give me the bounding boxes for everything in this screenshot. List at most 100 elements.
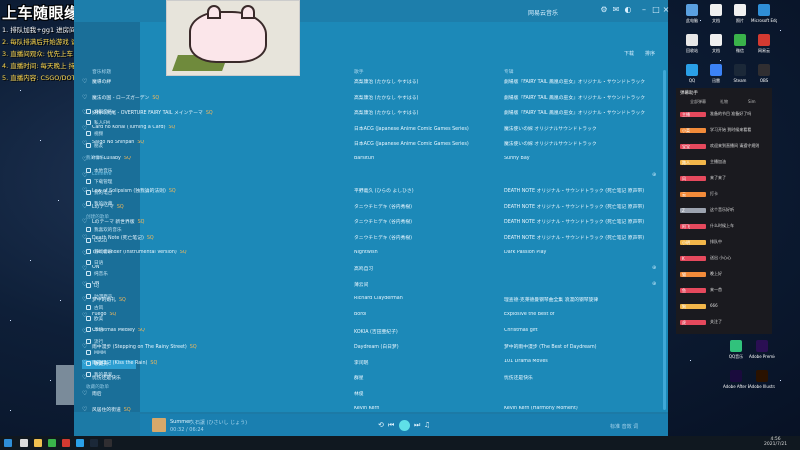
chat-tab[interactable]: Sim bbox=[748, 99, 756, 104]
track-artist[interactable]: 日本ACG (Japanese Anime Comic Games Series… bbox=[354, 140, 494, 147]
track-album[interactable]: DEATH NOTE オリジナル・サウンドトラック (死亡笔记 原声带) bbox=[504, 187, 654, 194]
play-button[interactable] bbox=[399, 420, 410, 431]
track-album[interactable]: Kevin Kern (Harmony Moment) bbox=[504, 406, 654, 411]
maximize-icon[interactable]: □ bbox=[652, 6, 660, 14]
scrollbar[interactable] bbox=[663, 70, 666, 410]
previous-icon[interactable]: ⏮ bbox=[388, 421, 394, 429]
chat-message[interactable]: 风 来了来了 bbox=[680, 174, 770, 182]
track-artist[interactable]: Kevin Kern bbox=[354, 406, 494, 411]
track-row[interactable]: ♡ Low of Solipsism (独我論的法則) SQ 平野義久 (ひらの よし… bbox=[80, 183, 662, 199]
track-row[interactable]: ♡ 忧伤还是快乐 群星 忧伤还是快乐 bbox=[80, 370, 662, 386]
track-row[interactable]: ♡ 魔法の国 - ローズガーデン SQ 高梨康治 (たかなし やすはる) 劇場版『FAI… bbox=[80, 90, 662, 106]
track-row[interactable]: ♡ 雨中漫步 (Stepping on The Rainy Street) SQ Da… bbox=[80, 339, 662, 355]
track-row[interactable]: ♡ Fuego SQ Borol Explosive the Best of bbox=[80, 308, 662, 324]
track-artist[interactable]: タニウチヒデキ (谷内秀樹) bbox=[354, 218, 494, 225]
player-extras[interactable]: 标准 音效 词 bbox=[610, 423, 638, 430]
track-artist[interactable]: タニウチヒデキ (谷内秀樹) bbox=[354, 234, 494, 241]
desktop-app-icon[interactable] bbox=[730, 370, 742, 382]
minimize-icon[interactable]: – bbox=[640, 6, 648, 14]
track-row[interactable]: ♡ 妖精の尻尾 - OVERTURE FAIRY TAIL メインテーマ SQ 高梨康… bbox=[80, 105, 662, 121]
mail-icon[interactable]: ✉ bbox=[612, 6, 620, 14]
track-artist[interactable]: Daydream (白日梦) bbox=[354, 343, 494, 350]
folder-icon[interactable] bbox=[34, 439, 42, 447]
heart-icon[interactable]: ♡ bbox=[82, 140, 87, 147]
desktop-app-icon[interactable] bbox=[686, 64, 698, 76]
track-artist[interactable]: Barsituri bbox=[354, 156, 494, 161]
heart-icon[interactable]: ♡ bbox=[82, 328, 87, 335]
track-row[interactable]: ♡ Lのテーマ SQ タニウチヒデキ (谷内秀樹) DEATH NOTE オリジナル・サ… bbox=[80, 199, 662, 215]
heart-icon[interactable]: ♡ bbox=[82, 94, 87, 101]
heart-icon[interactable]: ♡ bbox=[82, 406, 87, 413]
track-album[interactable]: 魔法使いの嫁 オリジナルサウンドトラック bbox=[504, 125, 654, 132]
track-artist[interactable]: 平野義久 (ひらの よしひさ) bbox=[354, 187, 494, 194]
track-artist[interactable]: 高鸣自习 bbox=[354, 265, 494, 272]
track-album[interactable]: Sunny Bay bbox=[504, 156, 654, 161]
chat-message[interactable]: K 送出 小心心 bbox=[680, 254, 770, 262]
heart-icon[interactable]: ♡ bbox=[82, 265, 87, 272]
track-artist[interactable]: 林俊 bbox=[354, 390, 494, 397]
desktop-app-icon[interactable] bbox=[686, 34, 698, 46]
desktop-app-icon[interactable] bbox=[756, 370, 768, 382]
chat-tab[interactable]: 礼物 bbox=[720, 99, 728, 105]
track-album[interactable]: 梦中的雨中漫步 (The Best of Daydream) bbox=[504, 343, 654, 350]
track-row[interactable]: ♡ The Islander (Instrumental Version) SQ Ni… bbox=[80, 246, 662, 262]
track-row[interactable]: ♡ ON 高鸣自习 ⊕ bbox=[80, 261, 662, 277]
steam-icon[interactable] bbox=[90, 439, 98, 447]
desktop-app-icon[interactable] bbox=[686, 4, 698, 16]
start-icon[interactable] bbox=[4, 439, 12, 447]
track-album[interactable]: 理查德·克莱德曼钢琴曲全集 浪漫的钢琴旋律 bbox=[504, 296, 654, 303]
track-row[interactable]: ♡ ON 薄云间 ⊕ bbox=[80, 277, 662, 293]
more-icon[interactable]: ⊕ bbox=[652, 265, 656, 271]
user-name[interactable]: 网易云音乐 bbox=[528, 8, 558, 17]
chat-message[interactable]: 虎 关注了 bbox=[680, 318, 770, 326]
desktop-app-icon[interactable] bbox=[710, 34, 722, 46]
heart-icon[interactable]: ♡ bbox=[82, 343, 87, 350]
desktop-app-icon[interactable] bbox=[734, 4, 746, 16]
clock[interactable]: 4:56 2021/7/21 bbox=[764, 437, 787, 447]
chat-message[interactable]: 小菜 学习开始 到时候来看看 bbox=[680, 126, 770, 134]
close-icon[interactable]: × bbox=[662, 6, 670, 14]
chat-message[interactable]: 狗 666 bbox=[680, 302, 770, 310]
wechat-icon[interactable] bbox=[48, 439, 56, 447]
track-row[interactable]: ♡ Lumiere ⊕ bbox=[80, 168, 662, 184]
track-artist[interactable]: 高梨康治 (たかなし やすはる) bbox=[354, 109, 494, 116]
track-artist[interactable]: 群星 bbox=[354, 374, 494, 381]
track-row[interactable]: ♡ Lのテーマ 新世界版 SQ タニウチヒデキ (谷内秀樹) DEATH NOTE オリ… bbox=[80, 214, 662, 230]
desktop-app-icon[interactable] bbox=[758, 4, 770, 16]
play-mode-icon[interactable]: ⟲ bbox=[378, 421, 384, 429]
chat-message[interactable]: 猫 晚上好 bbox=[680, 270, 770, 278]
download-button[interactable]: 下载 bbox=[624, 50, 634, 57]
track-album[interactable]: Dark Passion Play bbox=[504, 250, 654, 255]
chat-message[interactable]: 鱼 来一首 bbox=[680, 286, 770, 294]
heart-icon[interactable]: ♡ bbox=[82, 296, 87, 303]
heart-icon[interactable]: ♡ bbox=[82, 250, 87, 257]
lyrics-icon[interactable]: ♫ bbox=[424, 421, 430, 429]
track-artist[interactable]: KOKIA (吉田亜紀子) bbox=[354, 328, 494, 335]
heart-icon[interactable]: ♡ bbox=[82, 390, 87, 397]
track-album[interactable]: Explosive the Best of bbox=[504, 312, 654, 317]
chat-message[interactable]: Z 这个音乐好听 bbox=[680, 206, 770, 214]
desktop-app-icon[interactable] bbox=[734, 64, 746, 76]
desktop-app-icon[interactable] bbox=[710, 64, 722, 76]
desktop-app-icon[interactable] bbox=[756, 340, 768, 352]
desktop-app-icon[interactable] bbox=[710, 4, 722, 16]
track-artist[interactable]: 李闰珉 bbox=[354, 359, 494, 366]
track-row[interactable]: ♡ 梦中的婚礼 SQ Richard Clayderman 理查德·克莱德曼钢琴曲全集 … bbox=[80, 292, 662, 308]
album-cover[interactable] bbox=[152, 418, 166, 432]
heart-icon[interactable]: ♡ bbox=[82, 281, 87, 288]
track-artist[interactable]: タニウチヒデキ (谷内秀樹) bbox=[354, 203, 494, 210]
music-app-icon[interactable] bbox=[62, 439, 70, 447]
track-row[interactable]: ♡ Death Note (死亡笔记) SQ タニウチヒデキ (谷内秀樹) DEATH … bbox=[80, 230, 662, 246]
settings-icon[interactable]: ⚙ bbox=[600, 6, 608, 14]
track-row[interactable]: ♡ Irish Lullaby SQ Barsituri Sunny Bay bbox=[80, 152, 662, 168]
heart-icon[interactable]: ♡ bbox=[82, 187, 87, 194]
heart-icon[interactable]: ♡ bbox=[82, 312, 87, 319]
next-icon[interactable]: ⏭ bbox=[414, 421, 420, 429]
track-artist[interactable]: Richard Clayderman bbox=[354, 296, 494, 301]
track-artist[interactable]: 日本ACG (Japanese Anime Comic Games Series… bbox=[354, 125, 494, 132]
track-artist[interactable]: 高梨康治 (たかなし やすはる) bbox=[354, 94, 494, 101]
chat-message[interactable]: 路人 主播加油 bbox=[680, 158, 770, 166]
chat-message[interactable]: 阿飞 什么时候上车 bbox=[680, 222, 770, 230]
chat-message[interactable]: 主播 准备的节目 准备好了吗 bbox=[680, 110, 770, 118]
track-album[interactable]: 忧伤还是快乐 bbox=[504, 374, 654, 381]
